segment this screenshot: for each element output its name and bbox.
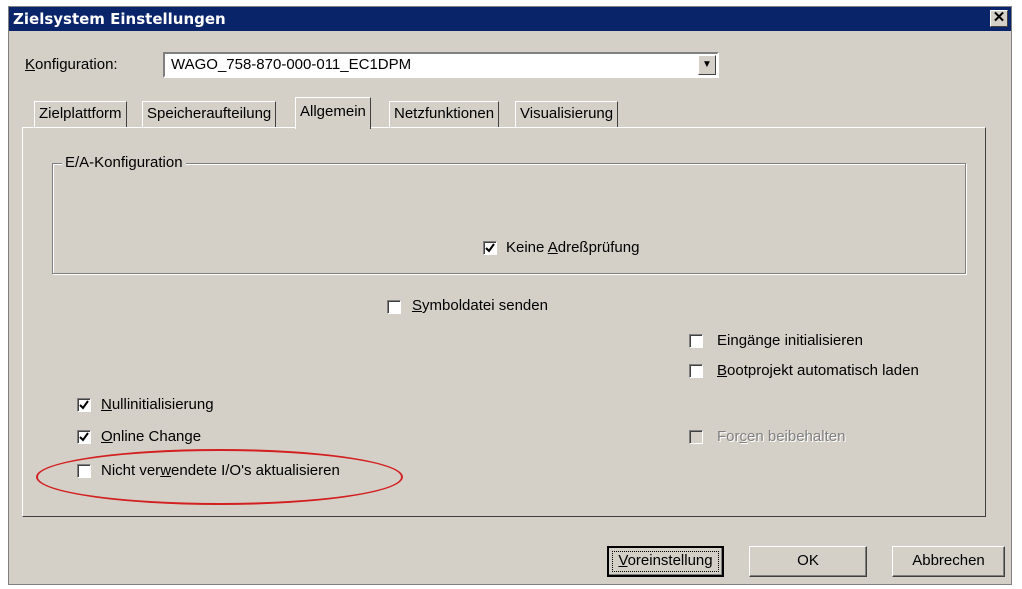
tab-netzfunktionen[interactable]: Netzfunktionen xyxy=(389,101,500,127)
tab-allgemein[interactable]: Allgemein xyxy=(295,97,371,129)
konfiguration-value: WAGO_758-870-000-011_EC1DPM xyxy=(171,56,412,73)
tab-speicheraufteilung[interactable]: Speicheraufteilung xyxy=(142,101,277,127)
tab-zielplattform[interactable]: Zielplattform xyxy=(34,101,127,127)
ok-button[interactable]: OK xyxy=(749,546,867,577)
konfiguration-dropdown[interactable]: WAGO_758-870-000-011_EC1DPM ▼ xyxy=(163,52,719,78)
title-bar[interactable]: Zielsystem Einstellungen ✕ xyxy=(9,7,1011,31)
focus-rect xyxy=(612,551,719,572)
chevron-down-icon[interactable]: ▼ xyxy=(698,55,716,75)
tab-visualisierung[interactable]: Visualisierung xyxy=(515,101,619,127)
close-button[interactable]: ✕ xyxy=(990,10,1008,27)
abbrechen-button[interactable]: Abbrechen xyxy=(892,546,1005,577)
konfiguration-label: Konfiguration: xyxy=(25,56,118,73)
window-title: Zielsystem Einstellungen xyxy=(13,10,226,28)
highlight-ellipse-annotation xyxy=(36,449,403,505)
voreinstellung-button[interactable]: Voreinstellung xyxy=(607,546,724,577)
